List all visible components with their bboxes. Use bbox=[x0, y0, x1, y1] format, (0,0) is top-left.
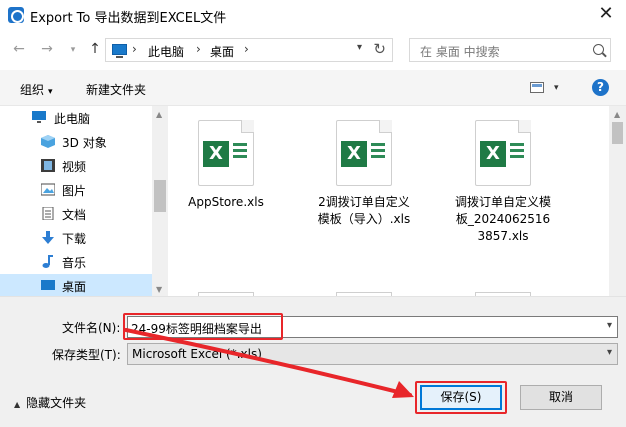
breadcrumb-this-pc[interactable]: 此电脑 bbox=[148, 43, 184, 60]
filetype-value: Microsoft Excel (*.xls) bbox=[132, 347, 262, 361]
file-item[interactable]: X 2调拨订单自定义模板（导入）.xls bbox=[316, 120, 412, 228]
file-list: X AppStore.xls X 2调拨订单自定义模板（导入）.xls X 调拨… bbox=[169, 106, 626, 296]
help-icon[interactable]: ? bbox=[592, 79, 609, 96]
scroll-up-arrow-icon[interactable]: ▲ bbox=[156, 110, 162, 119]
view-options-caret-icon[interactable]: ▾ bbox=[554, 83, 559, 93]
sidebar-item-videos[interactable]: 视频 bbox=[0, 154, 152, 178]
forward-button[interactable]: → bbox=[38, 41, 56, 57]
sidebar-item-this-pc[interactable]: 此电脑 bbox=[0, 106, 152, 130]
breadcrumb-desktop[interactable]: 桌面 bbox=[210, 43, 234, 60]
hide-folders-toggle[interactable]: ▲ 隐藏文件夹 bbox=[14, 394, 86, 411]
pc-icon bbox=[32, 111, 46, 123]
sidebar-item-downloads[interactable]: 下载 bbox=[0, 226, 152, 250]
sidebar-item-label: 图片 bbox=[62, 184, 87, 198]
download-arrow-icon bbox=[42, 231, 54, 244]
excel-badge: X bbox=[480, 141, 506, 167]
sidebar-item-label: 视频 bbox=[62, 160, 87, 174]
window-title: Export To 导出数据到EXCEL文件 bbox=[30, 11, 227, 26]
caret-down-icon: ▾ bbox=[48, 87, 53, 97]
save-form: 文件名(N): 24-99标签明细档案导出 ▾ 保存类型(T): Microso… bbox=[0, 296, 626, 427]
up-button[interactable]: ↑ bbox=[86, 41, 104, 57]
save-button-highlight-box bbox=[415, 381, 507, 414]
sidebar-item-label: 音乐 bbox=[62, 256, 87, 270]
breadcrumb-separator: › bbox=[132, 42, 137, 56]
sidebar-item-label: 3D 对象 bbox=[62, 136, 107, 150]
new-folder-button[interactable]: 新建文件夹 bbox=[86, 81, 146, 98]
file-item[interactable]: X AppStore.xls bbox=[178, 120, 274, 211]
excel-sheet-lines bbox=[371, 143, 385, 165]
desktop-icon bbox=[41, 280, 55, 290]
file-name: 调拨订单自定义模板_20240625163857.xls bbox=[455, 195, 552, 243]
file-list-scroll-thumb[interactable] bbox=[612, 122, 623, 144]
filetype-label: 保存类型(T): bbox=[52, 348, 121, 362]
title-bar: Export To 导出数据到EXCEL文件 ✕ bbox=[0, 0, 626, 30]
refresh-button[interactable]: ↻ bbox=[373, 40, 386, 58]
command-toolbar: 组织 ▾ 新建文件夹 ▾ ? bbox=[0, 70, 626, 106]
excel-file-icon: X bbox=[336, 120, 392, 186]
filetype-select[interactable]: Microsoft Excel (*.xls) ▾ bbox=[127, 343, 618, 365]
excel-file-icon: X bbox=[198, 120, 254, 186]
file-list-scrollbar[interactable]: ▲ bbox=[609, 106, 626, 296]
search-icon[interactable] bbox=[593, 44, 604, 55]
address-dropdown-button[interactable]: ▾ bbox=[357, 42, 362, 53]
sidebar-scroll-thumb[interactable] bbox=[154, 180, 166, 212]
view-options-icon[interactable] bbox=[530, 82, 544, 93]
breadcrumb-separator: › bbox=[244, 42, 249, 56]
organize-label: 组织 bbox=[20, 83, 45, 97]
file-name: 2调拨订单自定义模板（导入）.xls bbox=[317, 195, 411, 226]
filename-dropdown-icon[interactable]: ▾ bbox=[607, 320, 612, 331]
sidebar-scrollbar[interactable]: ▲ ▼ bbox=[152, 106, 168, 296]
back-button[interactable]: ← bbox=[10, 41, 28, 57]
sidebar-item-3d-objects[interactable]: 3D 对象 bbox=[0, 130, 152, 154]
excel-badge: X bbox=[341, 141, 367, 167]
scroll-down-arrow-icon[interactable]: ▼ bbox=[156, 285, 162, 294]
document-icon bbox=[42, 207, 54, 220]
cancel-button[interactable]: 取消 bbox=[520, 385, 602, 410]
sidebar-item-documents[interactable]: 文档 bbox=[0, 202, 152, 226]
excel-sheet-lines bbox=[233, 143, 247, 165]
sidebar-item-desktop[interactable]: 桌面 bbox=[0, 274, 152, 296]
excel-badge: X bbox=[203, 141, 229, 167]
music-note-icon bbox=[42, 255, 53, 268]
filetype-dropdown-icon[interactable]: ▾ bbox=[607, 347, 612, 358]
organize-menu-button[interactable]: 组织 ▾ bbox=[20, 81, 53, 98]
sidebar-item-label: 下载 bbox=[62, 232, 87, 246]
caret-up-icon: ▲ bbox=[14, 400, 21, 409]
close-button[interactable]: ✕ bbox=[596, 4, 616, 24]
navigation-row: ← → ▾ ↑ › 此电脑 › 桌面 › ▾ ↻ 在 桌面 中搜索 bbox=[0, 30, 626, 70]
address-bar[interactable]: › 此电脑 › 桌面 › ▾ ↻ bbox=[105, 38, 393, 62]
recent-locations-button[interactable]: ▾ bbox=[64, 45, 82, 55]
computer-icon bbox=[112, 44, 127, 58]
scroll-up-arrow-icon[interactable]: ▲ bbox=[614, 110, 620, 119]
cube-icon bbox=[41, 135, 55, 148]
sidebar-item-pictures[interactable]: 图片 bbox=[0, 178, 152, 202]
breadcrumb-separator: › bbox=[196, 42, 201, 56]
search-placeholder: 在 桌面 中搜索 bbox=[420, 45, 500, 59]
sidebar-item-music[interactable]: 音乐 bbox=[0, 250, 152, 274]
excel-sheet-lines bbox=[510, 143, 524, 165]
sidebar-item-label: 此电脑 bbox=[54, 112, 91, 126]
app-icon bbox=[8, 7, 24, 23]
hide-folders-label: 隐藏文件夹 bbox=[26, 396, 87, 410]
filename-highlight-box bbox=[123, 313, 283, 340]
sidebar-item-label: 桌面 bbox=[62, 280, 87, 294]
sidebar-item-label: 文档 bbox=[62, 208, 87, 222]
file-item[interactable]: X 调拨订单自定义模板_20240625163857.xls bbox=[455, 120, 551, 245]
film-icon bbox=[41, 159, 55, 172]
file-name: AppStore.xls bbox=[188, 195, 264, 209]
navigation-pane: 此电脑 3D 对象 视频 图片 文档 下载 音乐 桌面 ▲ ▼ bbox=[0, 106, 168, 296]
excel-file-icon: X bbox=[475, 120, 531, 186]
filename-label: 文件名(N): bbox=[62, 321, 121, 335]
search-input[interactable]: 在 桌面 中搜索 bbox=[409, 38, 611, 62]
picture-icon bbox=[41, 183, 55, 196]
